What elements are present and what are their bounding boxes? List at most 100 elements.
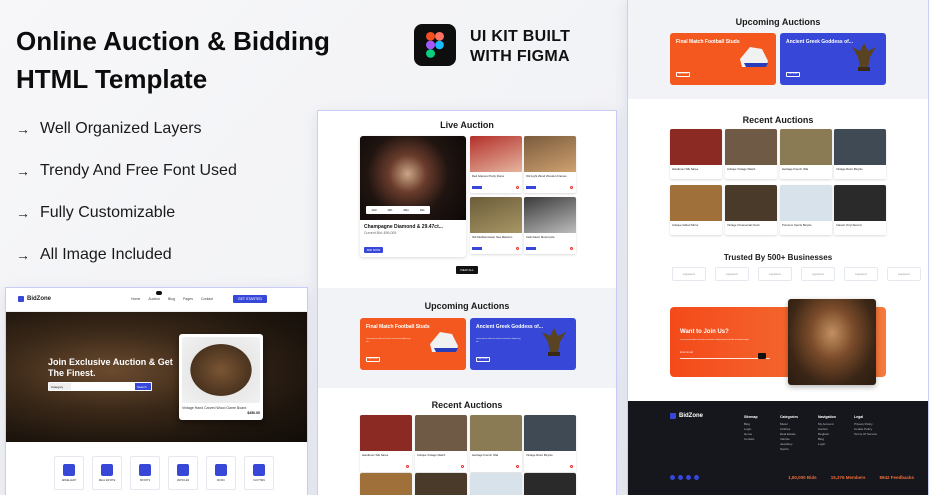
recent-card[interactable]: Handloom Silk Saree: [670, 129, 722, 179]
heart-icon[interactable]: [461, 465, 464, 468]
promo-bid-button[interactable]: BID NOW: [676, 72, 690, 77]
promo-card[interactable]: Ancient Greek Goddess of... Lorem ipsum …: [470, 318, 576, 370]
recent-card[interactable]: Classic Vinyl Record: [834, 185, 886, 235]
bid-button[interactable]: [472, 247, 482, 250]
bid-now-button[interactable]: BID NOW: [364, 247, 384, 253]
business-logo: Logoipsum: [672, 267, 706, 281]
category-tile[interactable]: CLOTHES: [244, 456, 274, 490]
featured-item-card[interactable]: Vintage Hand Carved Wood Game Board $450…: [179, 334, 263, 420]
footer-column-head: Legal: [854, 415, 864, 419]
nav-link[interactable]: Blog: [168, 297, 175, 301]
twitter-icon[interactable]: [678, 475, 683, 480]
heart-icon[interactable]: [516, 186, 519, 189]
nav-links: Home Auction Blog Pages Contact: [131, 297, 213, 301]
recent-card[interactable]: Heritage French Villa: [470, 415, 522, 472]
business-logo: Logoipsum: [844, 267, 878, 281]
recent-card[interactable]: [415, 473, 467, 495]
recent-card[interactable]: Heritage French Villa: [780, 129, 832, 179]
instagram-icon[interactable]: [686, 475, 691, 480]
card-title: Antique Vintage Watch: [727, 167, 756, 171]
card-title: Antique Gilded Mirror: [672, 223, 699, 227]
arrow-right-icon: →: [16, 205, 30, 221]
carved-wood-image: [182, 337, 260, 403]
bid-button[interactable]: [526, 247, 536, 250]
footer-link[interactable]: Terms Of Service: [854, 432, 877, 437]
get-started-button[interactable]: GET STARTED: [232, 295, 267, 303]
heart-icon[interactable]: [516, 465, 519, 468]
facebook-icon[interactable]: [670, 475, 675, 480]
email-input[interactable]: Enter Email: [680, 351, 770, 359]
bid-button[interactable]: [472, 186, 482, 189]
category-tile[interactable]: VEHICLES: [168, 456, 198, 490]
nav-link[interactable]: Home: [131, 297, 140, 301]
card-title: Vintage Ornamental Clock: [727, 223, 760, 227]
heart-icon[interactable]: [406, 465, 409, 468]
nav-link[interactable]: Auction: [148, 297, 160, 301]
promo-card[interactable]: Final Match Football Studs Lorem ipsum d…: [360, 318, 466, 370]
recent-card[interactable]: Antique Gilded Mirror: [670, 185, 722, 235]
promo-bid-button[interactable]: BID NOW: [366, 357, 380, 362]
recent-card[interactable]: Antique Vintage Watch: [415, 415, 467, 472]
promo-bid-button[interactable]: BID NOW: [786, 72, 800, 77]
recent-card[interactable]: Vintage Ornamental Clock: [725, 185, 777, 235]
hero-search-bar[interactable]: Category Search: [48, 382, 152, 391]
bid-button[interactable]: [526, 186, 536, 189]
item-image: [470, 473, 522, 495]
subscribe-button[interactable]: [758, 353, 766, 359]
search-button[interactable]: Search: [135, 383, 151, 390]
card-title: Vintage Retro Bicycle: [836, 167, 863, 171]
figma-logo: [414, 24, 456, 66]
footer-link[interactable]: Login: [818, 442, 836, 447]
figma-kit-label: UI KIT BUILT WITH FIGMA: [470, 27, 570, 67]
live-main-card[interactable]: 10d 10h 40m 10s Champagne Diamond & 29.4…: [360, 136, 466, 257]
footer-brand-name: BidZone: [679, 413, 703, 419]
arrow-right-icon: →: [16, 163, 30, 179]
footer-stats: 1,50,000 Bids 15,376 Members 8942 Feedba…: [788, 475, 914, 480]
category-tile[interactable]: JEWELLERY: [54, 456, 84, 490]
footer-column-head: Sitemap: [744, 415, 758, 419]
business-logo: Logoipsum: [715, 267, 749, 281]
business-logo: Logoipsum: [758, 267, 792, 281]
promo-bid-button[interactable]: BID NOW: [476, 357, 490, 362]
promo-desc: Lorem ipsum dolor sit amet consectetur a…: [476, 338, 521, 343]
promo-title: Ancient Greek Goddess of...: [786, 39, 853, 45]
recent-card[interactable]: Antique Vintage Watch: [725, 129, 777, 179]
recent-card[interactable]: Vintage Retro Bicycle: [524, 415, 576, 472]
linkedin-icon[interactable]: [694, 475, 699, 480]
auction-card[interactable]: Old Light Wood Wooden Frames: [524, 136, 576, 193]
footer-link[interactable]: Contact: [744, 437, 758, 442]
footer-logo[interactable]: BidZone: [670, 413, 703, 419]
recent-card[interactable]: [470, 473, 522, 495]
heart-icon[interactable]: [570, 247, 573, 250]
recent-card[interactable]: Premium Sports Bicycle: [780, 185, 832, 235]
nav-link[interactable]: Pages: [183, 297, 193, 301]
recent-card[interactable]: [360, 473, 412, 495]
item-caption: Vintage Hand Carved Wood Game Board: [182, 406, 247, 410]
footer-link[interactable]: Sports: [780, 447, 798, 452]
brand-logo[interactable]: BidZone: [18, 296, 51, 302]
recent-card[interactable]: Vintage Retro Bicycle: [834, 129, 886, 179]
card-title: Champagne Diamond & 29.47ct...: [364, 224, 443, 230]
recent-title: Recent Auctions: [742, 115, 814, 125]
promo-card[interactable]: Final Match Football Studs BID NOW: [670, 33, 776, 85]
category-label: JEWELLERY: [61, 479, 77, 482]
nav-link[interactable]: Contact: [201, 297, 213, 301]
auction-card[interactable]: Cafe Racer Motorcycle: [524, 197, 576, 254]
recent-card[interactable]: [524, 473, 576, 495]
category-tile[interactable]: REAL ESTATE: [92, 456, 122, 490]
nav-bar: BidZone Home Auction Blog Pages Contact …: [6, 288, 307, 312]
heart-icon[interactable]: [570, 186, 573, 189]
category-row: JEWELLERY REAL ESTATE SPORTS VEHICLES MU…: [54, 456, 274, 490]
auction-card[interactable]: Red Glamour Party Dress: [470, 136, 522, 193]
category-select[interactable]: Category: [49, 383, 71, 390]
theme-toggle[interactable]: [156, 291, 162, 295]
category-tile[interactable]: MUSIC: [206, 456, 236, 490]
recent-card[interactable]: Handloom Silk Saree: [360, 415, 412, 472]
auction-card[interactable]: Old Mediterranean Sea Mansion: [470, 197, 522, 254]
business-logo: Logoipsum: [887, 267, 921, 281]
heart-icon[interactable]: [570, 465, 573, 468]
heart-icon[interactable]: [516, 247, 519, 250]
view-all-button[interactable]: VIEW ALL: [456, 266, 478, 274]
category-tile[interactable]: SPORTS: [130, 456, 160, 490]
promo-card[interactable]: Ancient Greek Goddess of... BID NOW: [780, 33, 886, 85]
